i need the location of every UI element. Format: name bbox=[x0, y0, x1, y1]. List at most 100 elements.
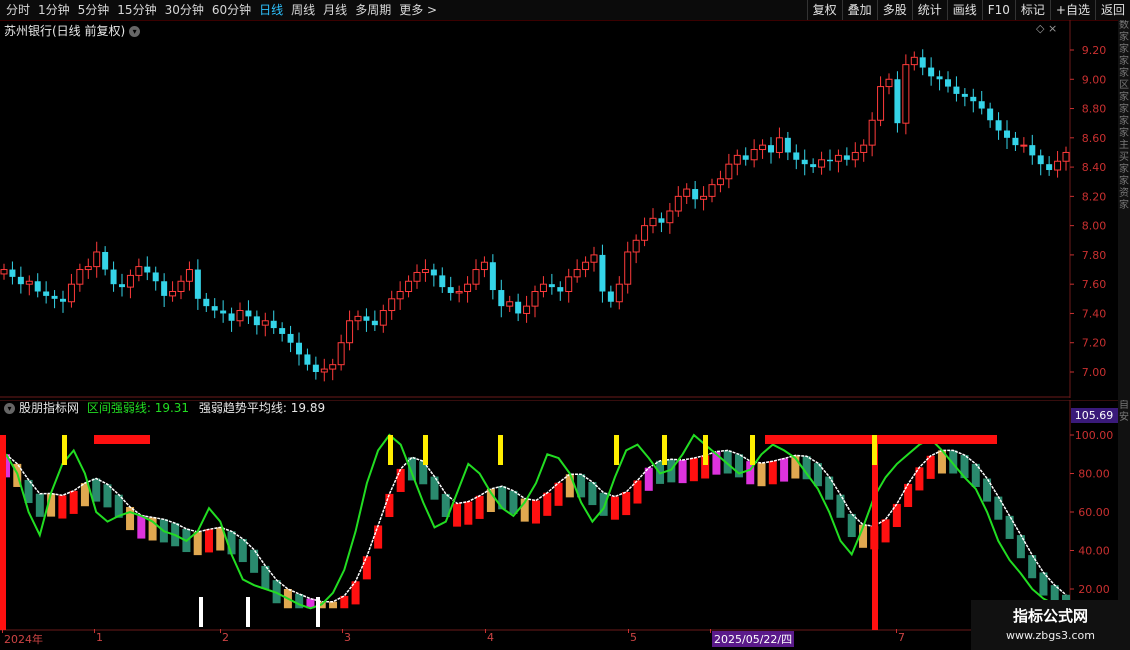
date-label: 4 bbox=[487, 631, 494, 644]
toolbar-button-6[interactable]: 标记 bbox=[1014, 0, 1050, 20]
candle-body bbox=[624, 251, 632, 285]
right-sidebar-tabs-lower[interactable]: 自安 bbox=[1118, 400, 1130, 630]
period-tab-3[interactable]: 15分钟 bbox=[117, 2, 156, 18]
candle-body bbox=[287, 333, 294, 343]
toolbar-button-4[interactable]: 画线 bbox=[946, 0, 982, 20]
indicator-bar bbox=[362, 556, 371, 580]
candle-body bbox=[801, 159, 808, 165]
value-badge-text: 105.69 bbox=[1075, 409, 1114, 422]
candle-body bbox=[177, 280, 185, 293]
candle-body bbox=[725, 163, 733, 180]
period-tabs: 分时 1分钟 5分钟 15分钟 30分钟 60分钟 日线 周线 月线 多周期 更多 > bbox=[6, 2, 437, 18]
candle-body bbox=[464, 283, 472, 293]
indicator-tick-label: 40.00 bbox=[1078, 545, 1110, 558]
indicator-tick-label: 20.00 bbox=[1078, 583, 1110, 596]
candle-body bbox=[379, 310, 387, 326]
indicator-tick-label: 100.00 bbox=[1075, 429, 1114, 442]
period-tab-8[interactable]: 月线 bbox=[323, 2, 347, 18]
candle-body bbox=[169, 291, 177, 297]
price-tick-label: 7.20 bbox=[1082, 337, 1107, 350]
signal-bar bbox=[94, 435, 150, 444]
candle-body bbox=[649, 217, 657, 227]
date-label: 2024年 bbox=[4, 633, 43, 646]
toolbar-button-5[interactable]: F10 bbox=[981, 0, 1015, 20]
yellow-marker bbox=[750, 435, 755, 465]
period-tab-9[interactable]: 多周期 bbox=[355, 2, 391, 18]
candle-body bbox=[607, 291, 614, 302]
candle-body bbox=[1046, 164, 1053, 171]
indicator-bar bbox=[453, 503, 462, 527]
price-tick-label: 7.00 bbox=[1082, 366, 1107, 379]
candle-body bbox=[9, 269, 16, 277]
candle-body bbox=[742, 155, 749, 160]
candle-body bbox=[152, 272, 159, 282]
date-tick bbox=[710, 629, 711, 633]
candle-body bbox=[363, 316, 370, 321]
period-tab-6[interactable]: 日线 bbox=[259, 2, 283, 18]
candle-body bbox=[76, 269, 84, 285]
candle-body bbox=[834, 154, 842, 162]
candle-body bbox=[894, 79, 901, 124]
yellow-marker bbox=[498, 435, 503, 465]
candle-body bbox=[1037, 155, 1044, 165]
indicator-bar bbox=[757, 463, 766, 487]
toolbar-button-3[interactable]: 统计 bbox=[911, 0, 947, 20]
toolbar-button-2[interactable]: 多股 bbox=[876, 0, 912, 20]
candle-body bbox=[110, 269, 117, 285]
candle-body bbox=[1012, 137, 1019, 146]
toolbar-button-1[interactable]: 叠加 bbox=[841, 0, 877, 20]
candlestick-chart[interactable]: 9.20 9.00 8.80 8.60 8.40 8.20 8.00 7.80 7.60 7.40… bbox=[0, 20, 1118, 398]
period-tab-1[interactable]: 1分钟 bbox=[38, 2, 70, 18]
date-label: 3 bbox=[344, 631, 351, 644]
indicator-bar bbox=[464, 501, 473, 525]
indicator-bar bbox=[385, 493, 394, 518]
indicator-bar bbox=[329, 601, 338, 609]
candle-body bbox=[641, 225, 649, 241]
candle-body bbox=[296, 342, 302, 355]
indicator-chart[interactable]: 105.69 100.00 80.00 60.00 40.00 20.00 bbox=[0, 400, 1118, 632]
candle-body bbox=[34, 281, 41, 292]
period-tab-5[interactable]: 60分钟 bbox=[212, 2, 251, 18]
period-tab-0[interactable]: 分时 bbox=[6, 2, 30, 18]
toolbar-button-8[interactable]: 返回 bbox=[1094, 0, 1130, 20]
candle-body bbox=[1004, 130, 1010, 138]
candle-body bbox=[961, 93, 968, 97]
yellow-marker bbox=[872, 435, 877, 465]
indicator-bar bbox=[768, 461, 777, 485]
candle-body bbox=[17, 276, 24, 285]
price-tick-label: 8.40 bbox=[1082, 161, 1107, 174]
candle-body bbox=[135, 266, 143, 276]
period-tab-10[interactable]: 更多 > bbox=[399, 2, 437, 18]
signal-bar-vertical bbox=[0, 435, 6, 630]
candle-body bbox=[716, 178, 724, 186]
candle-body bbox=[279, 328, 286, 334]
indicator-bar bbox=[69, 490, 78, 514]
date-tick bbox=[896, 629, 897, 633]
candle-body bbox=[531, 291, 539, 307]
candle-body bbox=[93, 251, 101, 268]
candle-body bbox=[784, 137, 791, 153]
candle-body bbox=[194, 269, 201, 299]
candle-body bbox=[185, 269, 193, 282]
indicator-bar bbox=[58, 495, 67, 519]
indicator-bars bbox=[0, 433, 1070, 630]
toolbar-button-7[interactable]: +自选 bbox=[1049, 0, 1095, 20]
period-tab-4[interactable]: 30分钟 bbox=[165, 2, 204, 18]
period-tab-7[interactable]: 周线 bbox=[291, 2, 315, 18]
signal-bar bbox=[765, 435, 997, 444]
period-tab-2[interactable]: 5分钟 bbox=[78, 2, 110, 18]
candle-body bbox=[928, 67, 935, 77]
candle-body bbox=[498, 290, 505, 307]
candle-body bbox=[455, 291, 463, 294]
candle-body bbox=[919, 57, 926, 68]
indicator-bar bbox=[238, 538, 247, 563]
toolbar-button-0[interactable]: 复权 bbox=[806, 0, 842, 20]
right-sidebar-tabs[interactable]: 数家家家家区家家家家主买家家资家 bbox=[1118, 20, 1130, 400]
date-tick bbox=[485, 629, 486, 633]
price-tick-label: 7.40 bbox=[1082, 307, 1107, 320]
candle-body bbox=[220, 310, 227, 314]
candle-body bbox=[987, 108, 994, 121]
candle-body bbox=[413, 271, 421, 282]
candle-body bbox=[565, 276, 573, 293]
candle-body bbox=[346, 320, 354, 344]
